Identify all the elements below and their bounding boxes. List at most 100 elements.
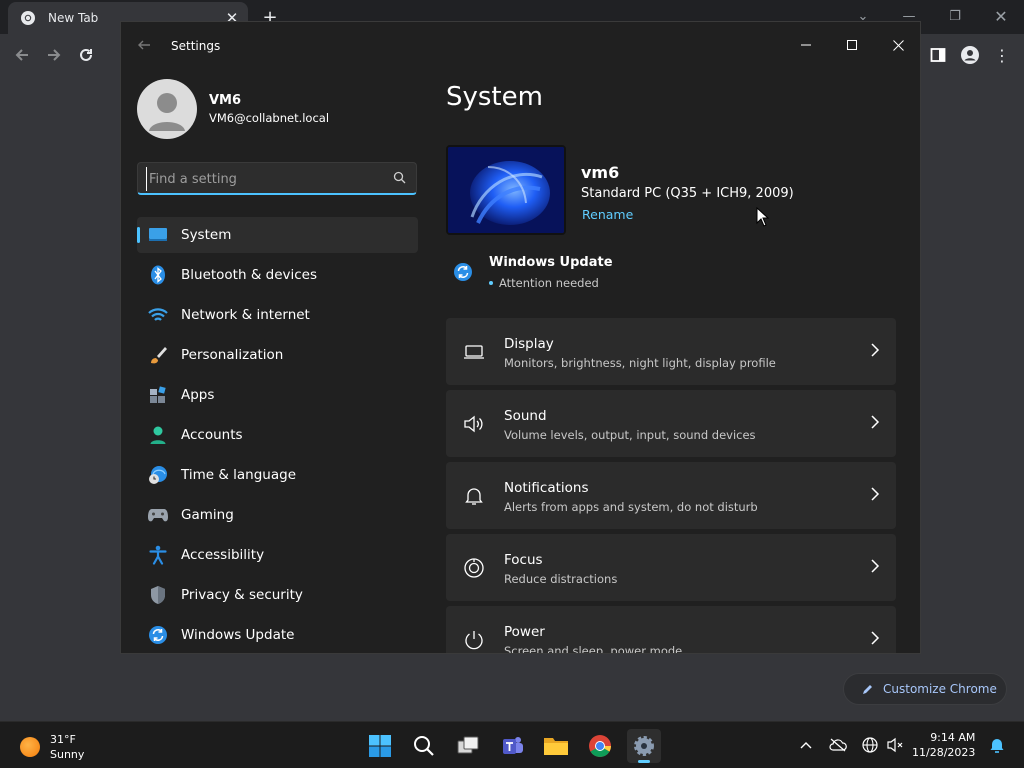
nav-label: Apps <box>181 387 215 403</box>
back-arrow-icon[interactable] <box>135 36 153 54</box>
card-title: Notifications <box>504 480 589 496</box>
chevron-right-icon <box>870 631 880 645</box>
task-view-button[interactable] <box>451 729 485 763</box>
search-icon <box>414 736 434 756</box>
card-display[interactable]: Display Monitors, brightness, night ligh… <box>446 318 896 385</box>
card-sound[interactable]: Sound Volume levels, output, input, soun… <box>446 390 896 457</box>
restore-icon[interactable]: ❐ <box>932 4 978 28</box>
nav-label: Accessibility <box>181 547 265 563</box>
weather-condition: Sunny <box>50 748 85 761</box>
search-input[interactable] <box>146 167 381 191</box>
nav-label: Privacy & security <box>181 587 303 603</box>
nav-label: Windows Update <box>181 627 295 643</box>
customize-chrome-button[interactable]: Customize Chrome <box>843 673 1007 705</box>
reload-icon[interactable] <box>74 43 98 67</box>
focus-icon <box>462 556 486 580</box>
status-dot-icon <box>489 281 493 285</box>
settings-nav: System Bluetooth & devices Network & int… <box>137 217 418 653</box>
gear-icon <box>634 736 654 756</box>
settings-titlebar: Settings <box>121 22 920 68</box>
close-icon[interactable] <box>875 30 920 60</box>
nav-item-gaming[interactable]: Gaming <box>137 497 418 533</box>
settings-window: Settings VM6 VM6@collabnet.local Find a … <box>120 21 921 654</box>
network-globe-icon[interactable] <box>861 736 879 754</box>
chevron-up-icon[interactable] <box>797 736 815 754</box>
profile-icon[interactable] <box>958 43 982 67</box>
settings-taskbar-button[interactable] <box>627 729 661 763</box>
teams-button[interactable] <box>495 729 529 763</box>
folder-icon <box>544 738 568 755</box>
card-power[interactable]: Power Screen and sleep, power mode <box>446 606 896 653</box>
gamepad-icon <box>147 504 169 526</box>
rename-link[interactable]: Rename <box>582 207 633 222</box>
chevron-right-icon <box>870 415 880 429</box>
windows-update-title[interactable]: Windows Update <box>489 255 613 270</box>
nav-item-privacy[interactable]: Privacy & security <box>137 577 418 613</box>
side-panel-icon[interactable] <box>926 43 950 67</box>
windows-update-status-text: Attention needed <box>499 276 599 290</box>
card-subtitle: Volume levels, output, input, sound devi… <box>504 428 756 442</box>
mouse-cursor-icon <box>756 207 770 227</box>
onedrive-offline-icon[interactable] <box>829 736 847 754</box>
nav-item-bluetooth[interactable]: Bluetooth & devices <box>137 257 418 293</box>
clock[interactable]: 9:14 AM 11/28/2023 <box>912 730 975 760</box>
card-title: Display <box>504 336 554 352</box>
pencil-icon <box>861 683 874 696</box>
shield-icon <box>147 584 169 606</box>
taskbar-search-button[interactable] <box>407 729 441 763</box>
search-icon[interactable] <box>393 171 406 184</box>
device-model: Standard PC (Q35 + ICH9, 2009) <box>581 186 794 201</box>
menu-kebab-icon[interactable]: ⋮ <box>990 43 1014 67</box>
minimize-icon[interactable] <box>783 30 829 60</box>
search-box[interactable] <box>137 162 417 195</box>
system-icon <box>147 224 169 246</box>
monitor-icon <box>462 340 486 364</box>
card-subtitle: Alerts from apps and system, do not dist… <box>504 500 758 514</box>
nav-item-apps[interactable]: Apps <box>137 377 418 413</box>
notification-bell-icon[interactable] <box>988 736 1006 754</box>
windows-update-icon[interactable] <box>453 262 473 282</box>
wifi-icon <box>147 304 169 326</box>
nav-item-personalization[interactable]: Personalization <box>137 337 418 373</box>
weather-temp: 31°F <box>50 733 76 746</box>
weather-widget[interactable]: 31°F Sunny <box>20 732 84 762</box>
page-title: System <box>446 82 543 112</box>
account-name: VM6 <box>209 93 242 108</box>
nav-item-windows-update[interactable]: Windows Update <box>137 617 418 653</box>
update-icon <box>147 624 169 646</box>
volume-muted-icon[interactable] <box>886 736 904 754</box>
card-notifications[interactable]: Notifications Alerts from apps and syste… <box>446 462 896 529</box>
start-button[interactable] <box>363 729 397 763</box>
card-focus[interactable]: Focus Reduce distractions <box>446 534 896 601</box>
nav-label: Gaming <box>181 507 234 523</box>
customize-chrome-label: Customize Chrome <box>883 682 997 696</box>
nav-label: Network & internet <box>181 307 310 323</box>
nav-item-time-language[interactable]: Time & language <box>137 457 418 493</box>
file-explorer-button[interactable] <box>539 729 573 763</box>
forward-arrow-icon[interactable] <box>42 43 66 67</box>
clock-date: 11/28/2023 <box>912 746 976 759</box>
apps-icon <box>147 384 169 406</box>
person-icon <box>147 424 169 446</box>
chrome-taskbar-button[interactable] <box>583 729 617 763</box>
nav-label: Personalization <box>181 347 284 363</box>
active-indicator <box>638 760 650 763</box>
nav-item-accessibility[interactable]: Accessibility <box>137 537 418 573</box>
account-card[interactable]: VM6 VM6@collabnet.local <box>137 78 329 140</box>
settings-title: Settings <box>171 39 221 53</box>
close-window-icon[interactable]: ✕ <box>978 4 1024 28</box>
maximize-icon[interactable] <box>829 30 875 60</box>
accessibility-icon <box>147 544 169 566</box>
power-icon <box>462 628 486 652</box>
windows-logo-icon <box>369 735 391 757</box>
sun-icon <box>20 737 40 757</box>
nav-label: Time & language <box>181 467 297 483</box>
nav-item-accounts[interactable]: Accounts <box>137 417 418 453</box>
taskbar: 31°F Sunny 9:14 AM 11/28/2023 <box>0 721 1024 768</box>
bluetooth-icon <box>147 264 169 286</box>
chevron-right-icon <box>870 343 880 357</box>
nav-item-system[interactable]: System <box>137 217 418 253</box>
back-arrow-icon[interactable] <box>10 43 34 67</box>
nav-item-network[interactable]: Network & internet <box>137 297 418 333</box>
avatar <box>137 79 197 139</box>
